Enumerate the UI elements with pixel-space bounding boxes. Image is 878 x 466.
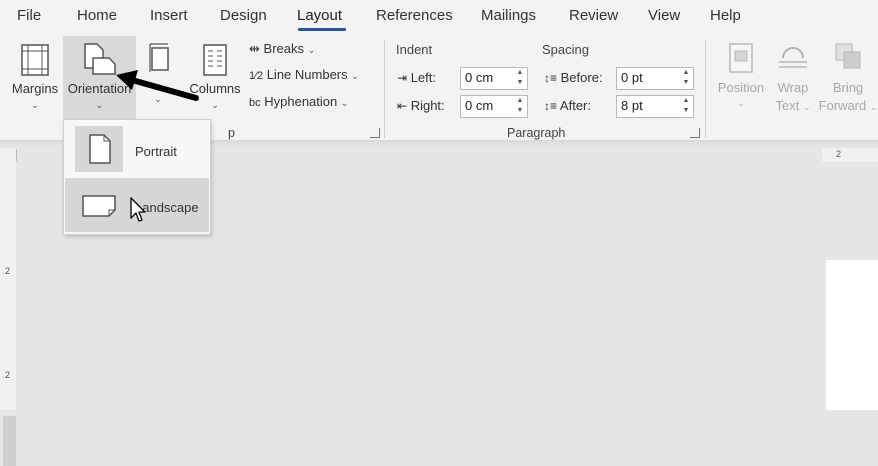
portrait-label: Portrait bbox=[135, 144, 177, 159]
position-button[interactable]: Position ⌄ bbox=[712, 38, 770, 118]
bring-forward-icon bbox=[835, 43, 861, 69]
chevron-down-icon: ⌄ bbox=[340, 98, 349, 108]
chevron-down-icon: ⌄ bbox=[307, 45, 316, 55]
menu-bar: File Home Insert Design Layout Reference… bbox=[0, 0, 878, 32]
portrait-page-icon bbox=[89, 134, 111, 164]
tab-review[interactable]: Review bbox=[569, 7, 618, 24]
spacing-after-value: 8 pt bbox=[621, 98, 643, 113]
vertical-ruler-mark: 2 bbox=[5, 370, 11, 380]
tab-home[interactable]: Home bbox=[77, 7, 117, 24]
indent-left-input[interactable]: 0 cm ▲ ▼ bbox=[460, 67, 528, 90]
tab-references[interactable]: References bbox=[376, 7, 453, 24]
line-numbers-icon: 1⁄2 bbox=[249, 70, 264, 82]
line-numbers-button[interactable]: 1⁄2 Line Numbers ⌄ bbox=[249, 67, 359, 82]
indent-left-text: Left: bbox=[410, 70, 436, 85]
indent-right-icon: ⇤ bbox=[397, 99, 408, 113]
bring-forward-button[interactable]: Bring Forward ⌄ bbox=[818, 38, 878, 118]
horizontal-ruler: 2 bbox=[822, 148, 878, 162]
spacing-before-input[interactable]: 0 pt ▲ ▼ bbox=[616, 67, 694, 90]
tab-insert[interactable]: Insert bbox=[150, 7, 188, 24]
bring-label-line1: Bring bbox=[832, 80, 864, 95]
margins-label: Margins bbox=[11, 81, 59, 96]
spin-arrows-icon[interactable]: ▲ ▼ bbox=[515, 68, 525, 89]
vertical-ruler-mark: 2 bbox=[5, 266, 11, 276]
indent-right-value: 0 cm bbox=[465, 98, 494, 113]
chevron-down-icon: ⌄ bbox=[31, 100, 39, 110]
mouse-cursor-icon bbox=[130, 197, 146, 222]
breaks-icon: ⇹ bbox=[249, 41, 260, 56]
spacing-before-value: 0 pt bbox=[621, 70, 643, 85]
document-page[interactable] bbox=[826, 260, 878, 410]
vertical-ruler-margin bbox=[3, 416, 16, 466]
spacing-after-input[interactable]: 8 pt ▲ ▼ bbox=[616, 95, 694, 118]
portrait-selected-indicator bbox=[75, 126, 123, 172]
position-icon bbox=[729, 43, 753, 73]
spacing-before-text: Before: bbox=[560, 70, 603, 85]
annotation-arrow-icon bbox=[116, 70, 199, 101]
indent-heading: Indent bbox=[396, 42, 433, 57]
bring-label-line2: Forward ⌄ bbox=[818, 98, 878, 113]
paragraph-launcher-icon[interactable] bbox=[690, 128, 700, 138]
tab-layout[interactable]: Layout bbox=[297, 7, 342, 24]
spacing-before-label: ↕≡ Before: bbox=[544, 70, 603, 85]
active-tab-indicator bbox=[298, 28, 346, 31]
hyphenation-label: Hyphenation bbox=[264, 94, 338, 109]
indent-right-label: ⇤ Right: bbox=[397, 98, 445, 113]
spacing-after-text: After: bbox=[559, 98, 591, 113]
breaks-label: Breaks bbox=[263, 41, 304, 56]
margins-button[interactable]: Margins ⌄ bbox=[8, 38, 62, 118]
chevron-down-icon: ⌄ bbox=[351, 71, 359, 81]
wrap-text-button[interactable]: Wrap Text ⌄ bbox=[770, 38, 816, 118]
tab-view[interactable]: View bbox=[648, 7, 680, 24]
landscape-icon-box bbox=[75, 182, 123, 228]
columns-icon bbox=[203, 44, 227, 76]
hyphenation-icon: bc bbox=[249, 97, 261, 109]
horizontal-ruler-mark: 2 bbox=[836, 149, 842, 159]
spacing-after-icon: ↕≡ bbox=[544, 99, 558, 113]
hyphenation-button[interactable]: bc Hyphenation ⌄ bbox=[249, 94, 348, 109]
page-setup-group-label: p bbox=[228, 126, 235, 140]
group-separator bbox=[705, 40, 706, 138]
indent-right-input[interactable]: 0 cm ▲ ▼ bbox=[460, 95, 528, 118]
page-setup-launcher-icon[interactable] bbox=[370, 128, 380, 138]
paragraph-group-label: Paragraph bbox=[507, 126, 566, 140]
position-label: Position bbox=[717, 80, 765, 95]
wrap-label-line2: Text ⌄ bbox=[775, 98, 811, 113]
landscape-page-icon bbox=[82, 195, 116, 217]
orientation-option-portrait[interactable]: Portrait bbox=[65, 122, 209, 176]
spin-arrows-icon[interactable]: ▲ ▼ bbox=[681, 68, 691, 89]
spacing-before-icon: ↕≡ bbox=[544, 71, 558, 85]
wrap-text-icon bbox=[779, 47, 807, 68]
tab-file[interactable]: File bbox=[17, 7, 41, 24]
wrap-label-line1: Wrap bbox=[777, 80, 809, 95]
indent-left-icon: ⇥ bbox=[397, 71, 408, 85]
indent-right-text: Right: bbox=[410, 98, 445, 113]
indent-left-value: 0 cm bbox=[465, 70, 494, 85]
tab-help[interactable]: Help bbox=[710, 7, 741, 24]
tab-design[interactable]: Design bbox=[220, 7, 267, 24]
line-numbers-label: Line Numbers bbox=[266, 67, 348, 82]
spacing-after-label: ↕≡ After: bbox=[544, 98, 591, 113]
tab-mailings[interactable]: Mailings bbox=[481, 7, 536, 24]
breaks-button[interactable]: ⇹ Breaks ⌄ bbox=[249, 41, 315, 57]
group-separator bbox=[384, 40, 385, 138]
spin-arrows-icon[interactable]: ▲ ▼ bbox=[681, 96, 691, 117]
margins-icon bbox=[21, 44, 49, 76]
chevron-down-icon: ⌄ bbox=[737, 98, 745, 108]
spin-arrows-icon[interactable]: ▲ ▼ bbox=[515, 96, 525, 117]
vertical-ruler: 2 2 bbox=[0, 148, 16, 466]
indent-left-label: ⇥ Left: bbox=[397, 70, 436, 85]
spacing-heading: Spacing bbox=[542, 42, 589, 57]
